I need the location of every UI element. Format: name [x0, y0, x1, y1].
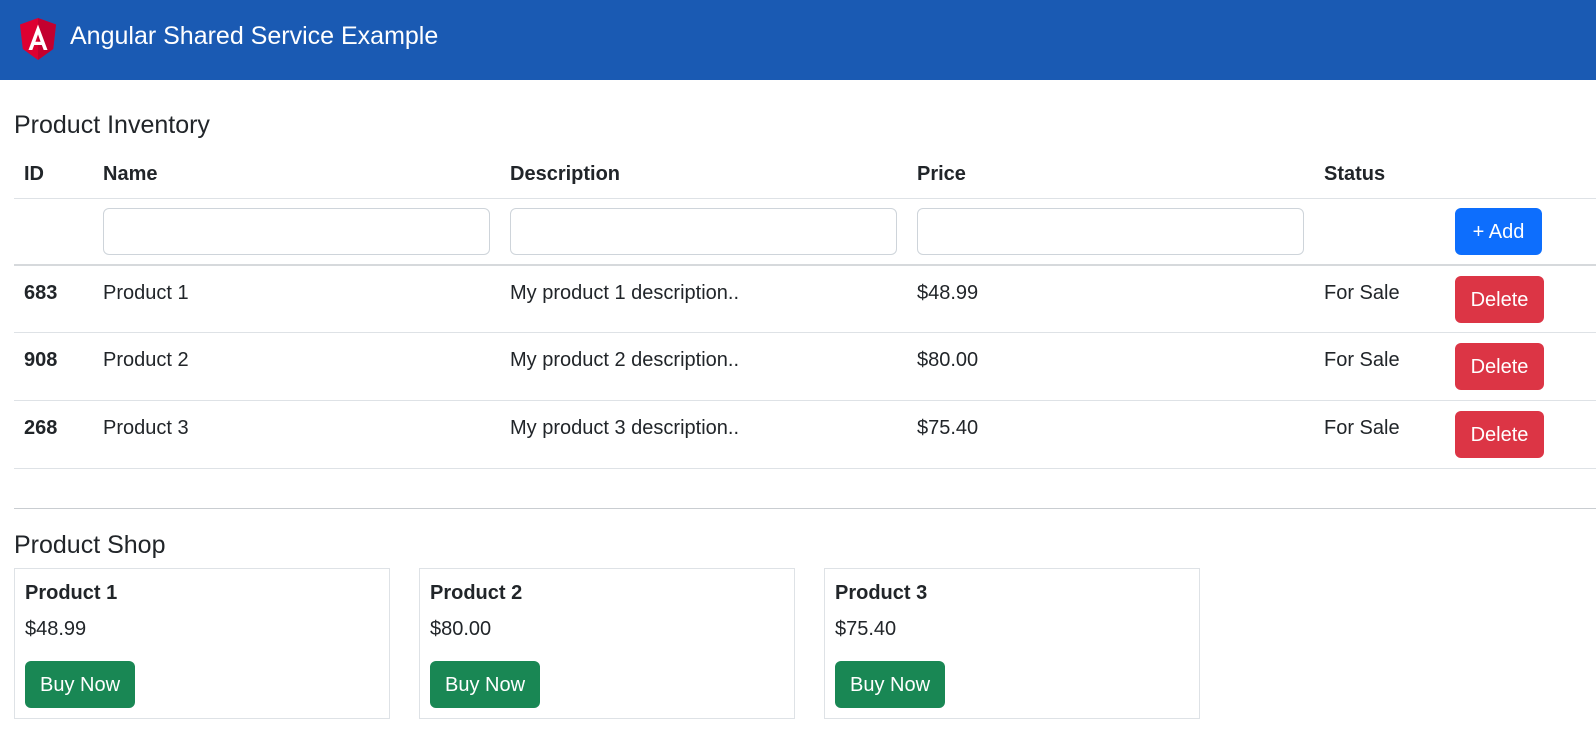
- column-header-price: Price: [917, 163, 966, 185]
- angular-logo-icon: [20, 18, 56, 60]
- row-1-price: $48.99: [917, 282, 979, 304]
- row-2-description: My product 2 description..: [510, 349, 739, 371]
- product-card-name: Product 2: [430, 582, 523, 604]
- row-3-delete-button[interactable]: Delete: [1455, 411, 1544, 458]
- shop-title: Product Shop: [14, 531, 166, 559]
- product-card-price: $48.99: [25, 618, 87, 640]
- buy-now-button[interactable]: Buy Now: [835, 661, 945, 708]
- section-divider: [14, 508, 1596, 509]
- row-3-name: Product 3: [103, 417, 189, 439]
- row-3-description: My product 3 description..: [510, 417, 739, 439]
- product-card: Product 1 $48.99 Buy Now: [14, 568, 390, 719]
- row-2-name: Product 2: [103, 349, 189, 371]
- row-3-status: For Sale: [1324, 417, 1400, 439]
- row-2-price: $80.00: [917, 349, 979, 371]
- inventory-title: Product Inventory: [14, 111, 210, 139]
- row-divider: [14, 400, 1596, 401]
- row-2-id: 908: [24, 349, 58, 371]
- top-navbar: Angular Shared Service Example: [0, 0, 1596, 80]
- row-divider: [14, 332, 1596, 333]
- product-card: Product 3 $75.40 Buy Now: [824, 568, 1200, 719]
- new-product-name-input[interactable]: [103, 208, 490, 255]
- column-header-description: Description: [510, 163, 621, 185]
- row-1-status: For Sale: [1324, 282, 1400, 304]
- row-1-description: My product 1 description..: [510, 282, 739, 304]
- row-2-status: For Sale: [1324, 349, 1400, 371]
- product-card-name: Product 3: [835, 582, 928, 604]
- column-header-name: Name: [103, 163, 158, 185]
- product-card-price: $80.00: [430, 618, 492, 640]
- row-divider: [14, 468, 1596, 469]
- app-title: Angular Shared Service Example: [70, 22, 439, 50]
- row-3-price: $75.40: [917, 417, 979, 439]
- row-3-id: 268: [24, 417, 58, 439]
- product-card: Product 2 $80.00 Buy Now: [419, 568, 795, 719]
- column-header-status: Status: [1324, 163, 1386, 185]
- product-card-name: Product 1: [25, 582, 118, 604]
- buy-now-button[interactable]: Buy Now: [430, 661, 540, 708]
- buy-now-button[interactable]: Buy Now: [25, 661, 135, 708]
- input-row-divider: [14, 264, 1596, 266]
- row-1-name: Product 1: [103, 282, 189, 304]
- table-header-divider: [14, 198, 1596, 199]
- row-2-delete-button[interactable]: Delete: [1455, 343, 1544, 390]
- column-header-id: ID: [24, 163, 44, 185]
- new-product-price-input[interactable]: [917, 208, 1304, 255]
- add-product-button[interactable]: + Add: [1455, 208, 1542, 255]
- row-1-id: 683: [24, 282, 58, 304]
- product-card-price: $75.40: [835, 618, 897, 640]
- new-product-description-input[interactable]: [510, 208, 897, 255]
- row-1-delete-button[interactable]: Delete: [1455, 276, 1544, 323]
